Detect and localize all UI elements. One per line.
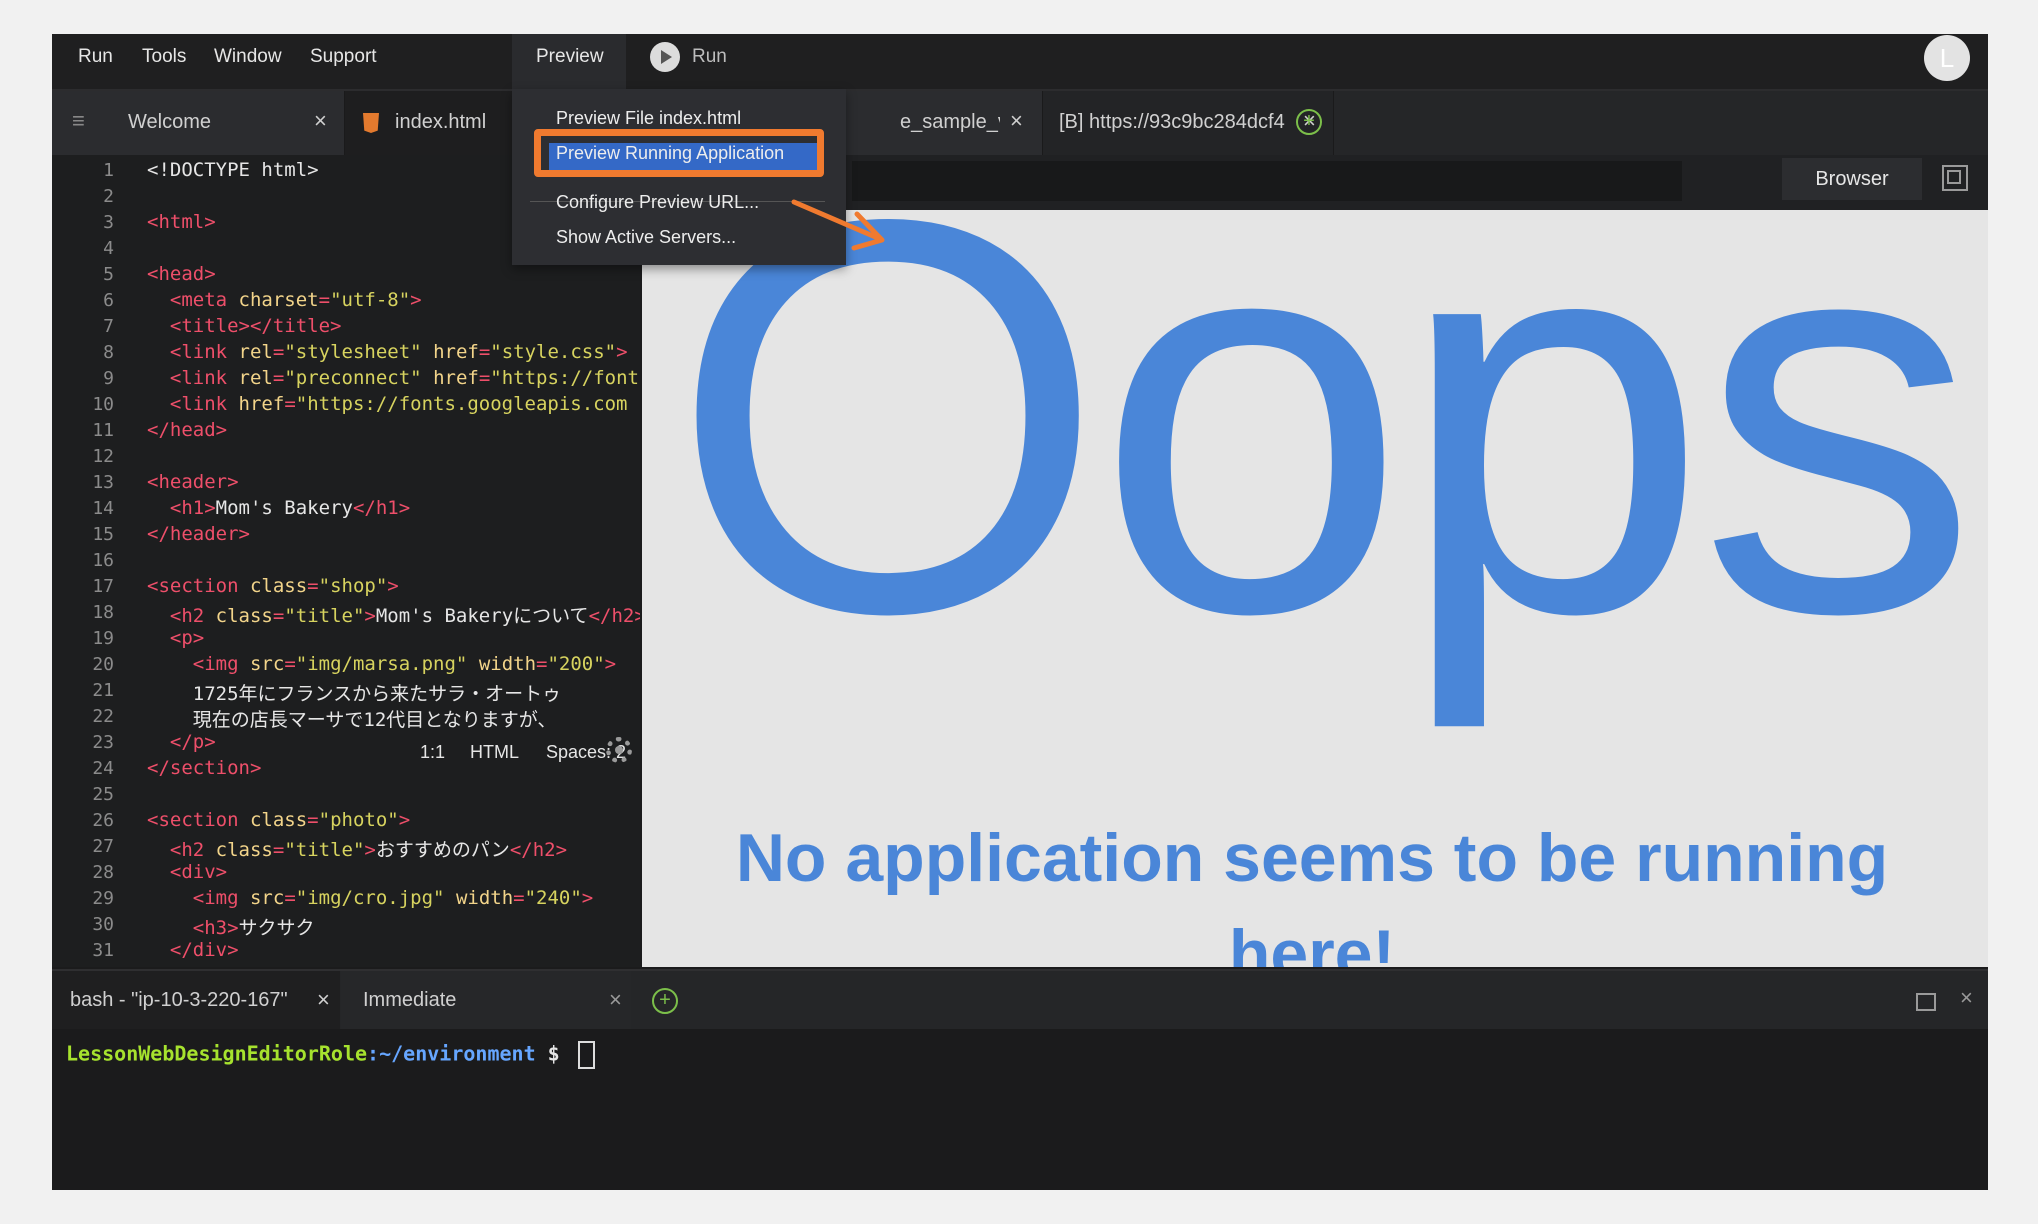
line-number: 10 <box>92 394 114 415</box>
language-mode[interactable]: HTML <box>470 742 519 763</box>
code-line: </div> <box>169 939 239 961</box>
tab-immediate[interactable]: Immediate × <box>341 971 631 1029</box>
tab-bash[interactable]: bash - "ip-10-3-220-167" × <box>52 971 340 1029</box>
terminal-cursor <box>577 1041 595 1069</box>
code-line: <img src="img/cro.jpg" width="240"> <box>192 887 594 909</box>
tab-immediate-label: Immediate <box>363 989 457 1011</box>
gear-icon[interactable] <box>606 737 632 763</box>
terminal[interactable]: LessonWebDesignEditorRole:~/environment … <box>52 1029 1988 1190</box>
line-number: 22 <box>92 706 114 727</box>
line-number: 17 <box>92 576 114 597</box>
no-application-message: No application seems to be running here! <box>735 820 1889 967</box>
code-line: 1725年にフランスから来たサラ・オートゥ <box>192 683 562 705</box>
code-line: </header> <box>147 523 250 545</box>
prompt-user: LessonWebDesignEditorRole <box>66 1041 368 1066</box>
line-number: 20 <box>92 654 114 675</box>
line-number: 24 <box>92 758 114 779</box>
line-number: 25 <box>92 784 114 805</box>
code-line: <p> <box>169 627 205 649</box>
line-number: 14 <box>92 498 114 519</box>
annotation-arrow <box>791 199 885 251</box>
cloud9-ide: Run Tools Window Support Preview Run L ≡… <box>52 34 1988 1190</box>
code-line: <section class="shop"> <box>147 575 399 597</box>
line-number: 16 <box>92 550 114 571</box>
prompt-path: :~/environment <box>367 1041 536 1066</box>
close-panel-icon[interactable]: × <box>1960 985 1973 1011</box>
line-number: 27 <box>92 836 114 857</box>
code-line: </head> <box>147 419 228 441</box>
code-line: <link rel="stylesheet" href="style.css"> <box>169 341 628 363</box>
line-number: 13 <box>92 472 114 493</box>
line-number: 29 <box>92 888 114 909</box>
code-line: <div> <box>169 861 228 883</box>
terminal-prompt: LessonWebDesignEditorRole:~/environment … <box>66 1041 595 1069</box>
code-line: <h2 class="title">Mom's Bakeryについて</h2> <box>169 605 640 627</box>
terminal-tabbar: bash - "ip-10-3-220-167" × Immediate × +… <box>52 969 1988 1029</box>
editor-statusbar: 1:1 HTML Spaces: 2 <box>362 733 640 769</box>
code-line: <h3>サクサク <box>192 917 315 939</box>
line-number: 23 <box>92 732 114 753</box>
code-line: <link href="https://fonts.googleapis.com <box>169 393 628 415</box>
line-number: 11 <box>92 420 114 441</box>
tab-bash-label: bash - "ip-10-3-220-167" <box>70 989 288 1011</box>
code-line: 現在の店長マーサで12代目となりますが、 <box>192 709 557 731</box>
code-line: <header> <box>147 471 239 493</box>
prompt-symbol: $ <box>535 1041 572 1066</box>
line-number: 30 <box>92 914 114 935</box>
line-number: 21 <box>92 680 114 701</box>
maximize-icon[interactable] <box>1916 993 1936 1011</box>
line-number: 19 <box>92 628 114 649</box>
line-number: 28 <box>92 862 114 883</box>
line-number: 15 <box>92 524 114 545</box>
code-line: <section class="photo"> <box>147 809 411 831</box>
add-terminal-icon[interactable]: + <box>652 988 678 1014</box>
close-icon[interactable]: × <box>317 987 330 1013</box>
code-line: <img src="img/marsa.png" width="200"> <box>192 653 617 675</box>
code-line: <link rel="preconnect" href="https://fon… <box>169 367 640 389</box>
close-icon[interactable]: × <box>609 987 622 1013</box>
line-number: 8 <box>103 342 114 363</box>
code-line: </section> <box>147 757 262 779</box>
line-number: 18 <box>92 602 114 623</box>
code-line: <h2 class="title">おすすめのパン</h2> <box>169 839 568 861</box>
line-number: 12 <box>92 446 114 467</box>
cursor-position[interactable]: 1:1 <box>420 742 445 763</box>
code-line: </p> <box>169 731 216 753</box>
line-number: 9 <box>103 368 114 389</box>
line-number: 26 <box>92 810 114 831</box>
line-number: 31 <box>92 940 114 961</box>
code-line: <h1>Mom's Bakery</h1> <box>169 497 411 519</box>
